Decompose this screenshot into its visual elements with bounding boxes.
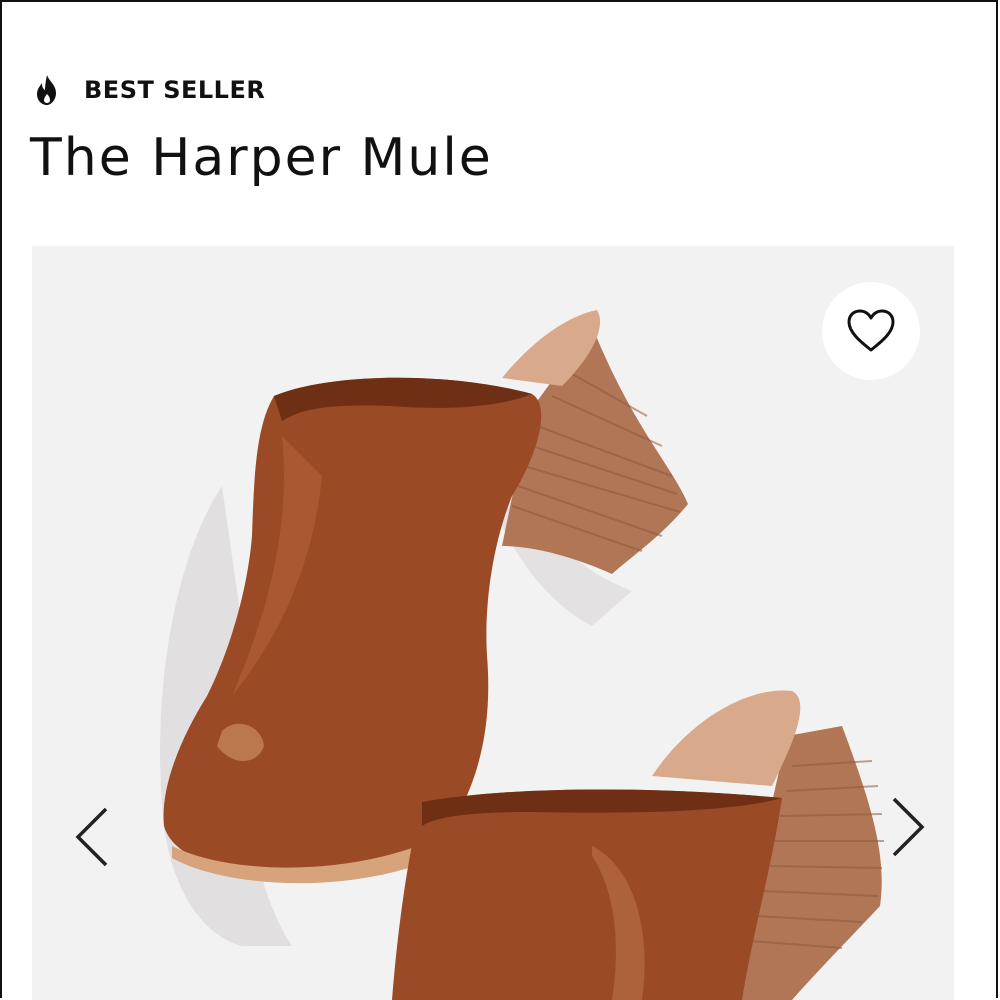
next-image-button[interactable] bbox=[886, 792, 930, 862]
product-image-gallery[interactable] bbox=[32, 246, 954, 1000]
best-seller-badge: BEST SELLER bbox=[32, 72, 265, 108]
previous-image-button[interactable] bbox=[70, 802, 114, 872]
product-title: The Harper Mule bbox=[30, 128, 493, 188]
flame-icon bbox=[37, 75, 56, 105]
favorite-button[interactable] bbox=[822, 282, 920, 380]
best-seller-label: BEST SELLER bbox=[84, 76, 266, 104]
chevron-right-icon bbox=[892, 797, 925, 857]
chevron-left-icon bbox=[75, 807, 108, 867]
product-photo bbox=[160, 310, 884, 1000]
heart-icon bbox=[847, 309, 895, 352]
